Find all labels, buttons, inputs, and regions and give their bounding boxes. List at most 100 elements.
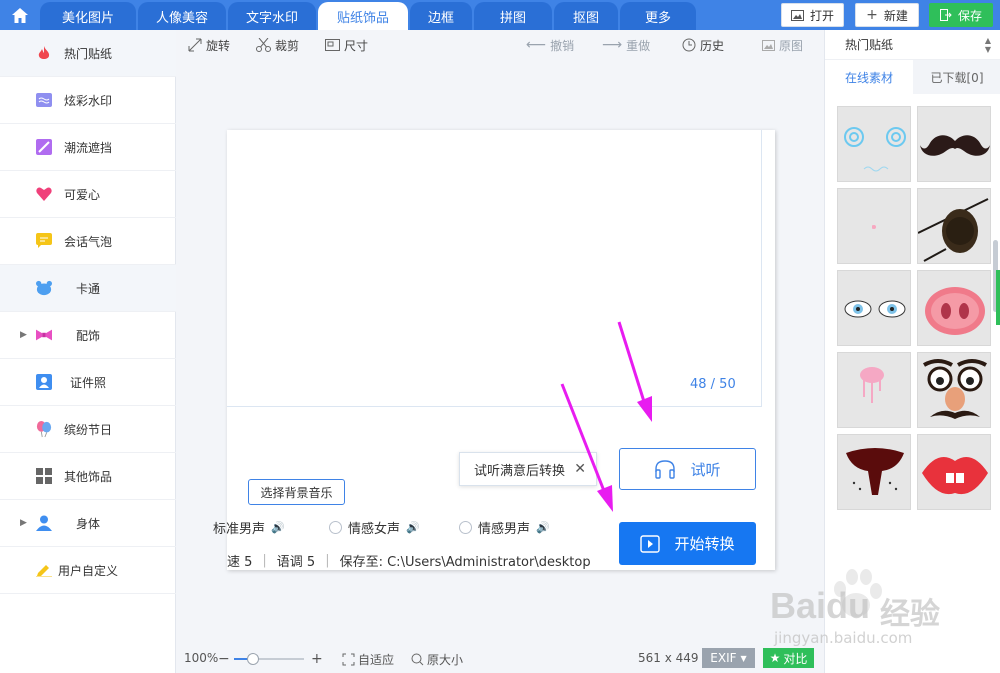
cartoon-eyes-sticker[interactable] [837, 270, 911, 346]
sidebar-item-body[interactable]: ▶ 身体 [0, 500, 176, 547]
sidebar-item-label: 身体 [76, 516, 101, 531]
sidebar-item-label: 配饰 [76, 328, 101, 343]
actual-size-button[interactable]: 原大小 [411, 651, 463, 668]
sidebar-item-color-watermark[interactable]: 炫彩水印 [0, 77, 176, 124]
arrow-to-start [560, 383, 608, 497]
tab-portrait[interactable]: 人像美容 [138, 2, 226, 30]
sidebar-item-label: 炫彩水印 [64, 93, 113, 108]
tab-beautify[interactable]: 美化图片 [40, 2, 136, 30]
tab-label: 拼图 [499, 10, 526, 26]
save-button[interactable]: 保存 [929, 3, 993, 27]
tab-frame[interactable]: 边框 [410, 2, 472, 30]
tab-label: 人像美容 [155, 10, 208, 26]
expand-arrow-icon[interactable]: ▶ [20, 330, 27, 340]
sidebar-item-label: 热门贴纸 [64, 46, 113, 61]
expand-arrow-icon[interactable]: ▶ [20, 518, 27, 528]
home-button[interactable] [4, 2, 36, 28]
funny-lips-sticker[interactable] [917, 434, 991, 510]
tab-downloaded[interactable]: 已下载[0] [913, 60, 1000, 94]
category-select[interactable]: 热门贴纸 ▲ ▼ [825, 30, 1000, 60]
speech-bubble-icon [36, 233, 52, 249]
canvas-area: 旋转 裁剪 尺寸 ⟵ 撤销 ⟶ 重做 历史 原图 48 / 50 试听满意后转换… [176, 30, 824, 673]
up-down-arrow-icon: ▲ ▼ [984, 35, 991, 54]
side-tab[interactable] [996, 270, 1000, 325]
new-label: 新建 [883, 8, 908, 23]
sidebar-item-hot-stickers[interactable]: 热门贴纸 [0, 30, 176, 77]
grid-icon [36, 468, 52, 484]
watermark-brand: Baidu [770, 585, 871, 626]
sidebar-item-label: 其他饰品 [64, 469, 113, 484]
sidebar-item-label: 可爱心 [64, 187, 101, 202]
slash-icon [36, 139, 52, 155]
arrow-to-start-head [597, 485, 613, 512]
sidebar-item-trend-mask[interactable]: 潮流遮挡 [0, 124, 176, 171]
caret-down-icon: ▼ [740, 653, 747, 663]
tab-collage[interactable]: 拼图 [474, 2, 552, 30]
tab-label: 更多 [644, 10, 671, 26]
swirl-eyes-sticker[interactable] [837, 106, 911, 182]
status-bar: 100% − + 自适应 原大小 561 x 449 EXIF ▼ ★ 对比 [176, 645, 824, 673]
disguise-glasses-sticker[interactable] [917, 352, 991, 428]
sidebar-item-speech-bubble[interactable]: 会话气泡 [0, 218, 176, 265]
zoom-slider[interactable] [234, 653, 304, 665]
id-photo-icon [36, 374, 52, 390]
sidebar-item-label: 潮流遮挡 [64, 140, 113, 155]
image-dimensions: 561 x 449 [638, 651, 699, 665]
tab-stickers[interactable]: 贴纸饰品 [318, 2, 408, 30]
vampire-mouth-sticker[interactable] [837, 434, 911, 510]
zoom-in-button[interactable]: + [311, 651, 323, 667]
sidebar-item-other-accessories[interactable]: 其他饰品 [0, 453, 176, 500]
sidebar-item-cute-heart[interactable]: 可爱心 [0, 171, 176, 218]
mustache-sticker[interactable] [917, 106, 991, 182]
new-button[interactable]: + 新建 [855, 3, 919, 27]
export-icon [939, 9, 952, 21]
magnifier-icon [411, 653, 424, 666]
arrow-to-listen-head [637, 396, 652, 422]
eyepatch-sticker[interactable] [917, 188, 991, 264]
sidebar-item-label: 缤纷节日 [64, 422, 113, 437]
actual-size-label: 原大小 [427, 653, 464, 667]
zoom-slider-knob[interactable] [247, 653, 259, 665]
tab-cutout[interactable]: 抠图 [554, 2, 618, 30]
tab-label: 美化图片 [61, 10, 114, 26]
sidebar-item-id-photo[interactable]: 证件照 [0, 359, 176, 406]
exif-label: EXIF [710, 651, 737, 665]
bear-icon [36, 280, 52, 296]
sticker-category-sidebar: 热门贴纸 炫彩水印 潮流遮挡 可爱心 会话气泡 卡通 ▶ 配饰 证件照 缤纷节日… [0, 30, 176, 673]
sidebar-item-label: 用户自定义 [58, 563, 119, 578]
balloon-icon [36, 421, 52, 438]
watermark-url: jingyan.baidu.com [774, 629, 913, 647]
tab-label: 已下载[0] [930, 70, 984, 85]
exif-button[interactable]: EXIF ▼ [702, 648, 755, 668]
bow-icon [36, 327, 52, 343]
fit-button[interactable]: 自适应 [342, 651, 394, 668]
tab-label: 贴纸饰品 [336, 10, 389, 26]
sidebar-item-cartoon[interactable]: 卡通 [0, 265, 176, 312]
sticker-source-tabs: 在线素材 已下载[0] [825, 60, 1000, 94]
blush-sticker[interactable] [837, 188, 911, 264]
tab-online[interactable]: 在线素材 [825, 60, 913, 94]
open-label: 打开 [809, 8, 834, 23]
wave-icon [36, 92, 52, 108]
tab-label: 在线素材 [844, 70, 893, 85]
watermark-brand-cn: 经验 [880, 597, 940, 632]
heart-icon [36, 186, 52, 202]
drool-sticker[interactable] [837, 352, 911, 428]
plus-icon: + [866, 7, 878, 23]
open-button[interactable]: 打开 [781, 3, 844, 27]
pig-nose-sticker[interactable] [917, 270, 991, 346]
sidebar-item-custom[interactable]: 用户自定义 [0, 547, 176, 594]
tab-label: 边框 [427, 10, 454, 26]
tab-more[interactable]: 更多 [620, 2, 696, 30]
zoom-out-button[interactable]: − [218, 651, 230, 667]
fit-icon [342, 653, 355, 666]
sidebar-item-festival[interactable]: 缤纷节日 [0, 406, 176, 453]
image-icon [790, 9, 804, 21]
sidebar-item-accessories[interactable]: ▶ 配饰 [0, 312, 176, 359]
zoom-level: 100% [184, 651, 219, 665]
category-select-value: 热门贴纸 [845, 38, 894, 52]
save-label: 保存 [957, 8, 982, 23]
tab-text-watermark[interactable]: 文字水印 [228, 2, 316, 30]
pencil-icon [36, 562, 52, 578]
sidebar-item-label: 卡通 [76, 281, 101, 296]
